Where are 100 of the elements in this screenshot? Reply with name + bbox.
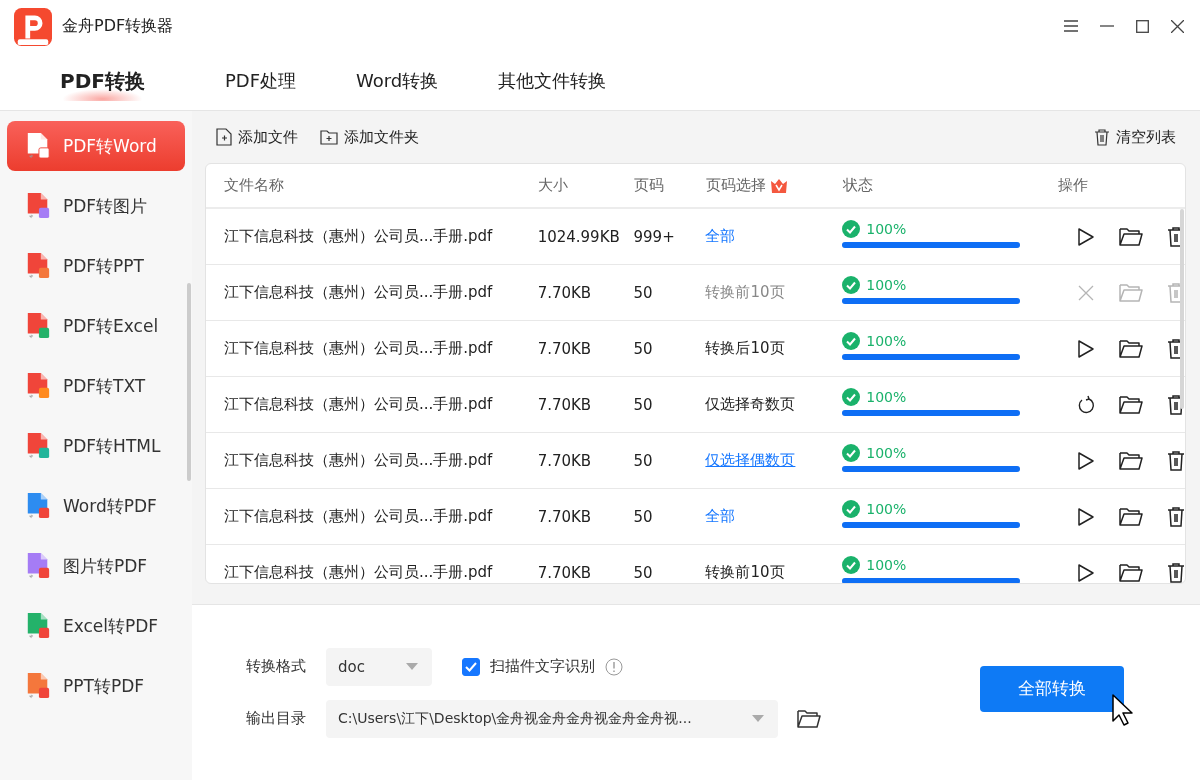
info-icon	[605, 657, 623, 676]
cursor-icon	[1112, 693, 1134, 726]
ocr-label: 扫描件文字识别	[490, 657, 595, 676]
progress-percent: 100%	[866, 388, 907, 405]
format-label: 转换格式	[246, 657, 307, 676]
play-icon[interactable]	[1077, 562, 1095, 583]
delete-icon[interactable]	[1167, 450, 1185, 471]
window-title: 金舟PDF转换器	[62, 15, 174, 37]
check-circle-icon	[842, 555, 861, 574]
folder-icon[interactable]	[1119, 450, 1143, 471]
check-circle-icon	[842, 275, 861, 294]
crown-icon	[770, 177, 788, 194]
sidebar-item[interactable]: PPT转PDF	[7, 661, 185, 711]
tab[interactable]: 其他文件转换	[498, 61, 607, 101]
clear-list-button[interactable]: 清空列表	[1092, 125, 1178, 149]
file-name-cell-text: 江下信息科技（惠州）公司员...手册.pdf	[224, 563, 494, 582]
column-header: 页码选择	[706, 176, 766, 195]
file-name-cell-text: 江下信息科技（惠州）公司员...手册.pdf	[224, 339, 494, 358]
page-range[interactable]: 全部	[705, 507, 843, 526]
pages-cell-text: 50	[633, 507, 654, 526]
close-icon[interactable]	[1171, 19, 1184, 33]
page-range: 转换前10页	[705, 563, 786, 582]
folder-icon[interactable]	[1119, 338, 1143, 359]
file-convert-icon	[25, 432, 51, 460]
check-circle-icon	[842, 499, 861, 518]
add-folder-button[interactable]: 添加文件夹	[318, 125, 421, 149]
ocr-checkbox[interactable]	[462, 657, 480, 676]
progress-percent: 100%	[866, 556, 907, 573]
file-convert-icon	[25, 372, 51, 400]
menu-icon[interactable]	[1064, 20, 1078, 32]
column-header: 状态	[843, 176, 874, 195]
page-range: 转换后10页	[705, 339, 786, 358]
delete-icon[interactable]	[1167, 394, 1185, 415]
check-circle-icon	[842, 443, 861, 462]
sidebar-item[interactable]: Word转PDF	[7, 481, 185, 531]
play-icon[interactable]	[1077, 450, 1095, 471]
file-name-cell-text: 江下信息科技（惠州）公司员...手册.pdf	[224, 283, 494, 302]
file-convert-icon	[25, 312, 51, 340]
size-cell-text: 7.70KB	[537, 563, 593, 582]
pages-cell-text: 999+	[633, 227, 676, 246]
sidebar-item[interactable]: PDF转图片	[7, 181, 185, 231]
folder-icon[interactable]	[1119, 506, 1143, 527]
tab[interactable]: Word转换	[356, 61, 439, 101]
file-convert-icon	[25, 492, 51, 520]
pages-cell-text: 50	[633, 563, 654, 582]
tab[interactable]: PDF处理	[224, 61, 296, 101]
file-name-cell-text: 江下信息科技（惠州）公司员...手册.pdf	[224, 507, 494, 526]
column-header: 文件名称	[224, 176, 285, 195]
folder-icon[interactable]	[796, 708, 822, 729]
sidebar-item[interactable]: PDF转Excel	[7, 301, 185, 351]
sidebar-item[interactable]: PDF转PPT	[7, 241, 185, 291]
play-icon[interactable]	[1077, 226, 1095, 247]
sidebar-item[interactable]: PDF转HTML	[7, 421, 185, 471]
pages-cell-text: 50	[633, 395, 654, 414]
folder-icon[interactable]	[1119, 226, 1143, 247]
file-convert-icon	[25, 672, 51, 700]
maximize-icon[interactable]	[1136, 19, 1149, 33]
file-name-cell-text: 江下信息科技（惠州）公司员...手册.pdf	[224, 227, 494, 246]
app-logo	[14, 8, 52, 46]
sidebar-item[interactable]: 图片转PDF	[7, 541, 185, 591]
delete-icon[interactable]	[1167, 562, 1185, 583]
column-header: 大小	[538, 176, 569, 195]
play-icon[interactable]	[1077, 338, 1095, 359]
retry-icon[interactable]	[1077, 394, 1095, 415]
page-range[interactable]: 全部	[705, 227, 843, 246]
page-range: 仅选择奇数页	[705, 395, 797, 414]
caret-icon	[752, 715, 764, 722]
file-convert-icon	[25, 552, 51, 580]
progress-percent: 100%	[866, 276, 907, 293]
progress-percent: 100%	[866, 220, 907, 237]
column-header: 页码	[634, 176, 665, 195]
pages-cell-text: 50	[633, 283, 654, 302]
size-cell-text: 7.70KB	[537, 339, 593, 358]
file-convert-icon	[25, 612, 51, 640]
output-label: 输出目录	[246, 709, 307, 728]
format-dropdown[interactable]: doc	[326, 647, 432, 686]
sidebar-item[interactable]: Excel转PDF	[7, 601, 185, 651]
progress-percent: 100%	[866, 500, 907, 517]
check-circle-icon	[842, 219, 861, 238]
column-header: 操作	[1058, 176, 1089, 195]
convert-all-button[interactable]: 全部转换	[980, 665, 1124, 712]
size-cell-text: 7.70KB	[537, 395, 593, 414]
check-circle-icon	[842, 331, 861, 350]
page-range[interactable]: 仅选择偶数页	[705, 451, 843, 470]
size-cell-text: 7.70KB	[537, 507, 593, 526]
file-name-cell-text: 江下信息科技（惠州）公司员...手册.pdf	[224, 451, 494, 470]
file-convert-icon	[25, 132, 51, 160]
size-cell-text: 1024.99KB	[537, 227, 621, 246]
add-file-button[interactable]: 添加文件	[214, 125, 300, 149]
size-cell-text: 7.70KB	[537, 283, 593, 302]
output-path-dropdown[interactable]: C:\Users\江下\Desktop\金舟视金舟金舟视金舟金舟视...	[326, 699, 778, 738]
folder-icon[interactable]	[1119, 394, 1143, 415]
progress-percent: 100%	[866, 332, 907, 349]
folder-icon[interactable]	[1119, 562, 1143, 583]
play-icon[interactable]	[1077, 506, 1095, 527]
sidebar-item[interactable]: PDF转TXT	[7, 361, 185, 411]
file-convert-icon	[25, 192, 51, 220]
delete-icon[interactable]	[1167, 506, 1185, 527]
pages-cell-text: 50	[633, 451, 654, 470]
caret-icon	[406, 663, 418, 670]
